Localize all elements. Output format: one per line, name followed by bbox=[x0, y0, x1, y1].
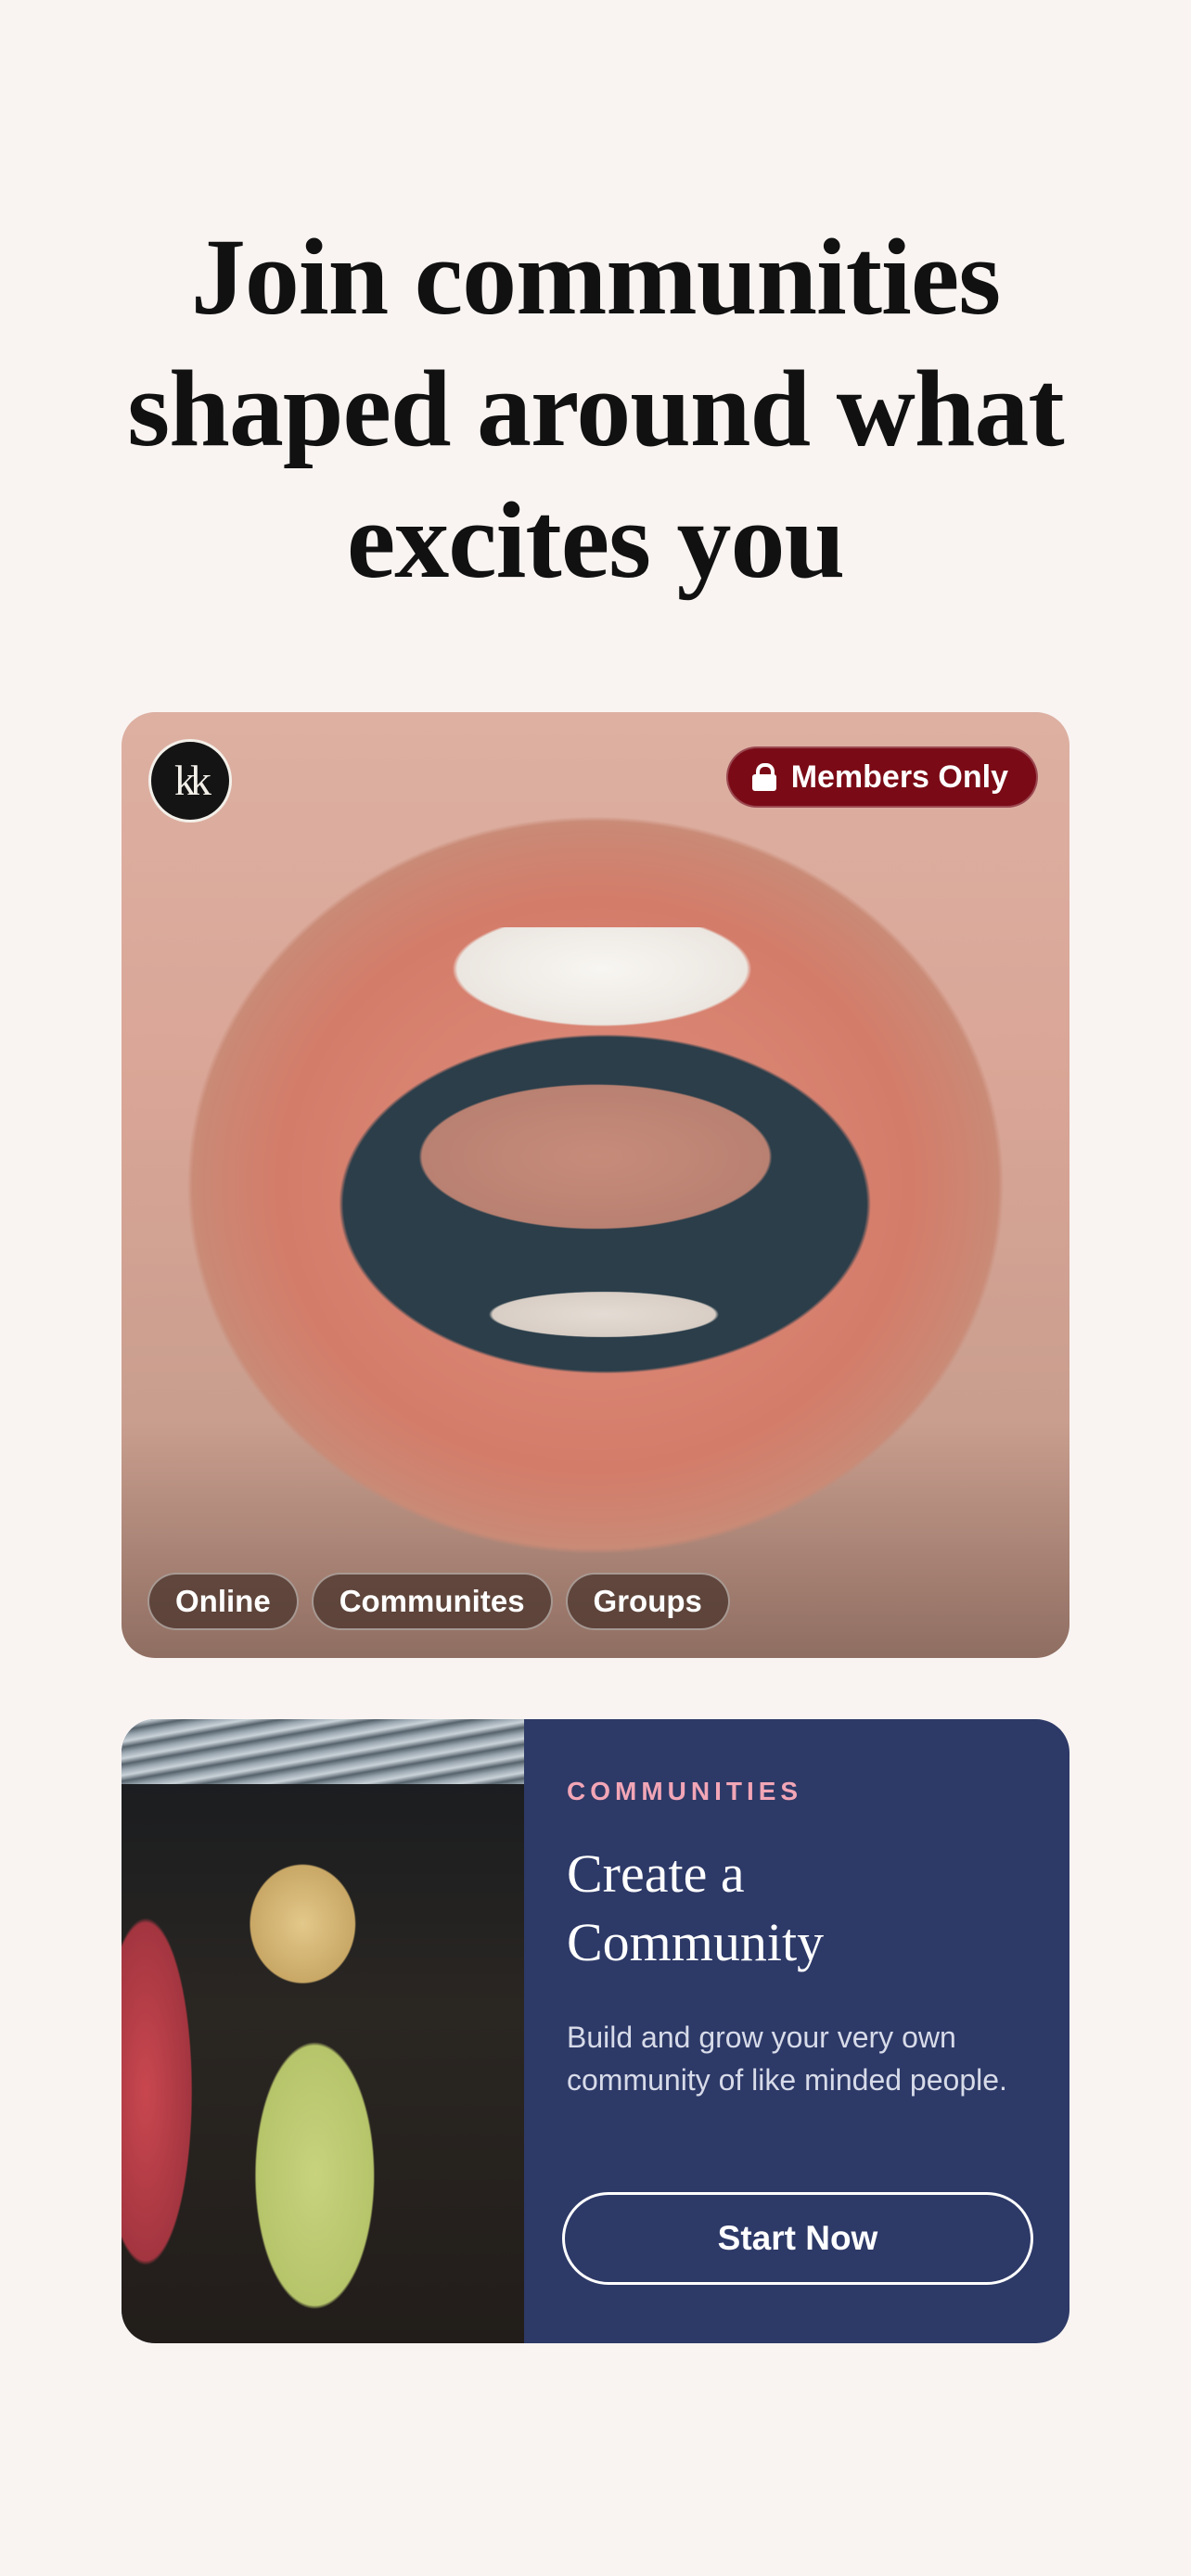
brand-logo: kk bbox=[148, 739, 232, 823]
tag-list: Online Communites Groups bbox=[147, 1573, 730, 1630]
headline-line-1: Join communities bbox=[190, 216, 1001, 338]
card-title: Create a Community bbox=[567, 1840, 1012, 1977]
create-community-card[interactable]: COMMUNITIES Create a Community Build and… bbox=[122, 1719, 1069, 2343]
headline-line-3: excites you bbox=[346, 479, 845, 601]
tag-communities[interactable]: Communites bbox=[311, 1573, 553, 1630]
community-photo bbox=[122, 1719, 524, 2343]
hero-image-detail bbox=[361, 927, 843, 1066]
card-description: Build and grow your very own community o… bbox=[567, 2021, 1007, 2097]
hero-card[interactable]: kk Members Only Online Communites Groups bbox=[122, 712, 1069, 1658]
start-now-button[interactable]: Start Now bbox=[562, 2192, 1033, 2285]
section-eyebrow: COMMUNITIES bbox=[567, 1777, 803, 1805]
lock-icon bbox=[751, 763, 776, 791]
card-title-line-1: Create a bbox=[567, 1843, 745, 1904]
tag-groups[interactable]: Groups bbox=[565, 1573, 730, 1630]
community-photo-scene bbox=[122, 1784, 524, 2343]
headline-line-2: shaped around what bbox=[127, 348, 1064, 469]
card-title-line-2: Community bbox=[567, 1912, 825, 1972]
tag-online[interactable]: Online bbox=[147, 1573, 299, 1630]
hero-image-detail bbox=[400, 1269, 808, 1352]
page-headline: Join communities shaped around what exci… bbox=[0, 211, 1191, 606]
members-only-label: Members Only bbox=[790, 759, 1008, 795]
members-only-badge: Members Only bbox=[725, 746, 1038, 808]
